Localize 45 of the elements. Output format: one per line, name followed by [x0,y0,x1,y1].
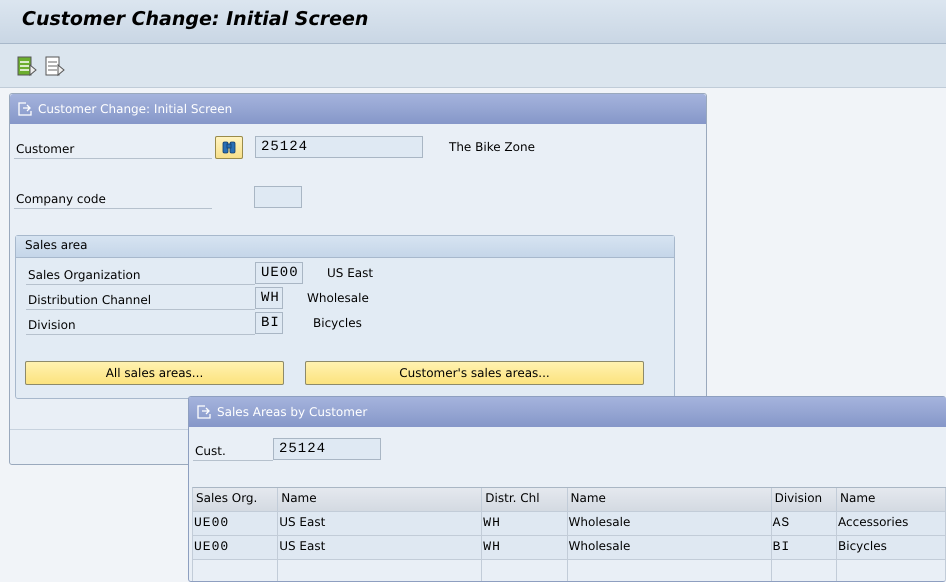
sales-areas-button[interactable]: All sales areas... [25,361,284,385]
input-field[interactable] [254,186,302,208]
table-cell: UE00 [193,512,278,536]
list-document-icon[interactable] [16,54,38,76]
group-title: Sales area [16,236,674,258]
field-description: The Bike Zone [449,140,535,154]
input-field[interactable]: WH [255,287,283,309]
field-label: Distribution Channel [26,286,255,310]
table-cell: BI [772,536,837,560]
table-cell: AS [772,512,837,536]
window-title: Customer Change: Initial Screen [22,8,370,30]
field-description: US East [327,266,374,280]
column-header[interactable]: Distr. Chl [482,488,568,512]
column-header[interactable]: Sales Org. [193,488,278,512]
binoculars-icon [221,139,237,155]
table-cell: UE00 [193,536,278,560]
column-header[interactable]: Name [837,488,946,512]
table-cell: Wholesale [568,512,772,536]
sales-areas-button[interactable]: Customer's sales areas... [305,361,644,385]
column-header[interactable]: Division [772,488,838,512]
search-help-button[interactable] [215,136,243,158]
column-header[interactable]: Name [278,488,482,512]
field-label: Customer [14,135,212,159]
table-cell: US East [278,512,482,536]
popup-title: Sales Areas by Customer [217,405,368,419]
field-description: Bicycles [313,316,362,330]
input-field[interactable]: 25124 [273,438,381,460]
document-icon[interactable] [44,54,66,76]
field-label: Sales Organization [26,261,255,285]
table-cell: US East [278,536,482,560]
table-cell: Wholesale [568,536,772,560]
window-icon [18,102,34,116]
field-description: Wholesale [307,291,369,305]
input-field[interactable]: 25124 [255,136,423,158]
field-label: Division [26,311,255,335]
window-icon [197,405,213,419]
input-field[interactable]: UE00 [255,262,303,284]
table-cell: WH [482,536,568,560]
table-cell: Bicycles [837,536,946,560]
table-cell: WH [482,512,568,536]
panel-title: Customer Change: Initial Screen [38,102,232,116]
column-header[interactable]: Name [568,488,772,512]
table-cell: Accessories [837,512,946,536]
field-label: Company code [14,185,212,209]
input-field[interactable]: BI [255,312,283,334]
